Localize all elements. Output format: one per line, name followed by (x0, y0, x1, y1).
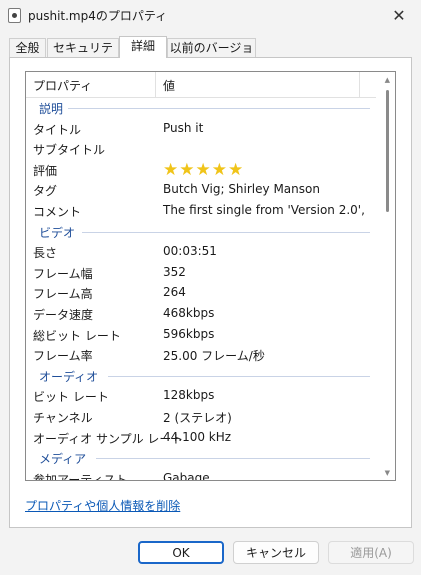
property-value[interactable]: 596kbps (163, 327, 214, 341)
table-row[interactable]: 長さ 00:03:51 (26, 241, 378, 262)
property-name: 評価 (33, 163, 58, 178)
property-value[interactable]: 2 (ステレオ) (163, 409, 232, 426)
property-value[interactable]: 25.00 フレーム/秒 (163, 347, 265, 364)
property-name: コメント (33, 204, 82, 219)
column-header-property[interactable]: プロパティ (33, 77, 92, 94)
title-bar: pushit.mp4のプロパティ ✕ (0, 0, 421, 30)
property-value[interactable]: 00:03:51 (163, 244, 217, 258)
property-name: フレーム高 (33, 287, 93, 302)
property-value[interactable]: Butch Vig; Shirley Manson (163, 182, 320, 196)
group-label: ビデオ (39, 225, 76, 240)
table-row[interactable]: フレーム幅 352 (26, 262, 378, 283)
property-name: チャンネル (33, 410, 93, 425)
table-row[interactable]: タイトル Push it (26, 118, 378, 139)
property-value[interactable]: Gabage (163, 471, 210, 480)
video-file-icon (8, 8, 21, 23)
property-value[interactable]: The first single from 'Version 2.0', (163, 203, 365, 217)
group-label: メディア (39, 452, 87, 467)
property-name: フレーム率 (33, 349, 93, 364)
column-divider[interactable] (155, 72, 156, 97)
property-name: 長さ (33, 246, 58, 261)
property-name: オーディオ サンプル レート (33, 431, 184, 446)
ok-button[interactable]: OK (138, 541, 224, 564)
group-audio: オーディオ (26, 365, 378, 386)
table-row[interactable]: 総ビット レート 596kbps (26, 324, 378, 345)
window-title: pushit.mp4のプロパティ (28, 9, 168, 23)
column-divider[interactable] (359, 72, 360, 97)
property-name: 参加アーティスト (33, 472, 128, 481)
table-row[interactable]: フレーム高 264 (26, 282, 378, 303)
property-name: 総ビット レート (33, 328, 121, 343)
rating-stars[interactable]: ★★★★★ (163, 160, 244, 180)
table-row[interactable]: ビット レート 128kbps (26, 385, 378, 406)
property-name: サブタイトル (33, 143, 106, 158)
property-name: タグ (33, 184, 58, 199)
apply-button[interactable]: 適用(A) (328, 541, 414, 564)
table-row[interactable]: コメント The first single from 'Version 2.0'… (26, 200, 378, 221)
table-row[interactable]: タグ Butch Vig; Shirley Manson (26, 179, 378, 200)
property-value[interactable]: 468kbps (163, 306, 214, 320)
property-rows: 説明 タイトル Push it サブタイトル 評価 ★★★★★ タグ Butch… (26, 97, 378, 481)
group-video: ビデオ (26, 221, 378, 242)
group-divider (82, 231, 370, 233)
table-row[interactable]: サブタイトル (26, 138, 378, 159)
table-row[interactable]: フレーム率 25.00 フレーム/秒 (26, 344, 378, 365)
property-name: フレーム幅 (33, 266, 93, 281)
tab-previous-versions[interactable]: 以前のバージョン (167, 38, 256, 73)
property-name: データ速度 (33, 307, 94, 322)
property-value[interactable]: 128kbps (163, 388, 214, 402)
group-divider (96, 458, 370, 460)
table-row[interactable]: オーディオ サンプル レート 44.100 kHz (26, 427, 378, 448)
column-header-value[interactable]: 値 (163, 77, 175, 94)
remove-properties-link[interactable]: プロパティや個人情報を削除 (25, 497, 180, 514)
vertical-scrollbar[interactable]: ▲ ▼ (378, 72, 395, 480)
property-value[interactable]: 264 (163, 285, 186, 299)
table-row[interactable]: データ速度 468kbps (26, 303, 378, 324)
table-row[interactable]: 参加アーティスト Gabage (26, 468, 378, 481)
close-button[interactable]: ✕ (377, 0, 421, 30)
group-divider (108, 375, 370, 377)
property-value[interactable]: 352 (163, 265, 186, 279)
group-media: メディア (26, 447, 378, 468)
tab-general[interactable]: 全般 (9, 38, 46, 57)
scroll-down-arrow-icon[interactable]: ▼ (385, 469, 390, 477)
property-list[interactable]: プロパティ 値 説明 タイトル Push it サブタイトル 評価 ★★★★★ (25, 71, 396, 481)
property-name: タイトル (33, 122, 82, 137)
group-label: 説明 (39, 102, 64, 116)
group-divider (68, 108, 370, 109)
scrollbar-thumb[interactable] (386, 90, 389, 212)
tab-security[interactable]: セキュリティ (47, 38, 119, 73)
scroll-up-arrow-icon[interactable]: ▲ (385, 76, 390, 84)
cancel-button[interactable]: キャンセル (233, 541, 319, 564)
table-row[interactable]: 評価 ★★★★★ (26, 159, 378, 180)
list-header: プロパティ 値 (26, 72, 376, 98)
details-panel: プロパティ 値 説明 タイトル Push it サブタイトル 評価 ★★★★★ (9, 57, 412, 528)
property-value[interactable]: 44.100 kHz (163, 430, 231, 444)
property-name: ビット レート (33, 390, 109, 405)
group-description: 説明 (26, 97, 378, 118)
table-row[interactable]: チャンネル 2 (ステレオ) (26, 406, 378, 427)
property-value[interactable]: Push it (163, 121, 203, 135)
group-label: オーディオ (39, 369, 99, 384)
tab-details[interactable]: 詳細 (119, 36, 167, 58)
